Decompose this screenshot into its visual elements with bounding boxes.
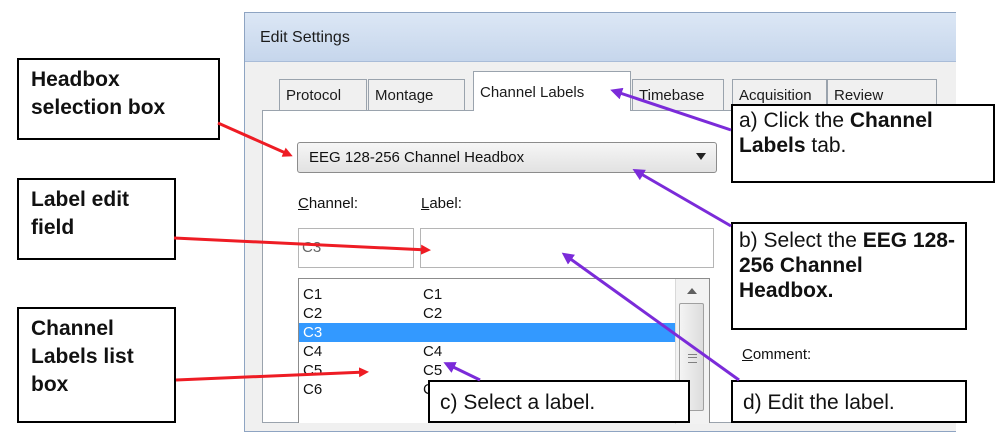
purple-arrow-step-a (610, 87, 732, 132)
purple-arrow-step-c (443, 362, 481, 382)
purple-arrow-step-b (632, 168, 732, 228)
red-arrow-headbox (217, 121, 293, 157)
annotation-arrows (173, 87, 740, 382)
red-arrow-list-box (175, 367, 369, 382)
red-arrow-label-edit (173, 236, 431, 255)
purple-arrow-step-d (561, 252, 740, 382)
